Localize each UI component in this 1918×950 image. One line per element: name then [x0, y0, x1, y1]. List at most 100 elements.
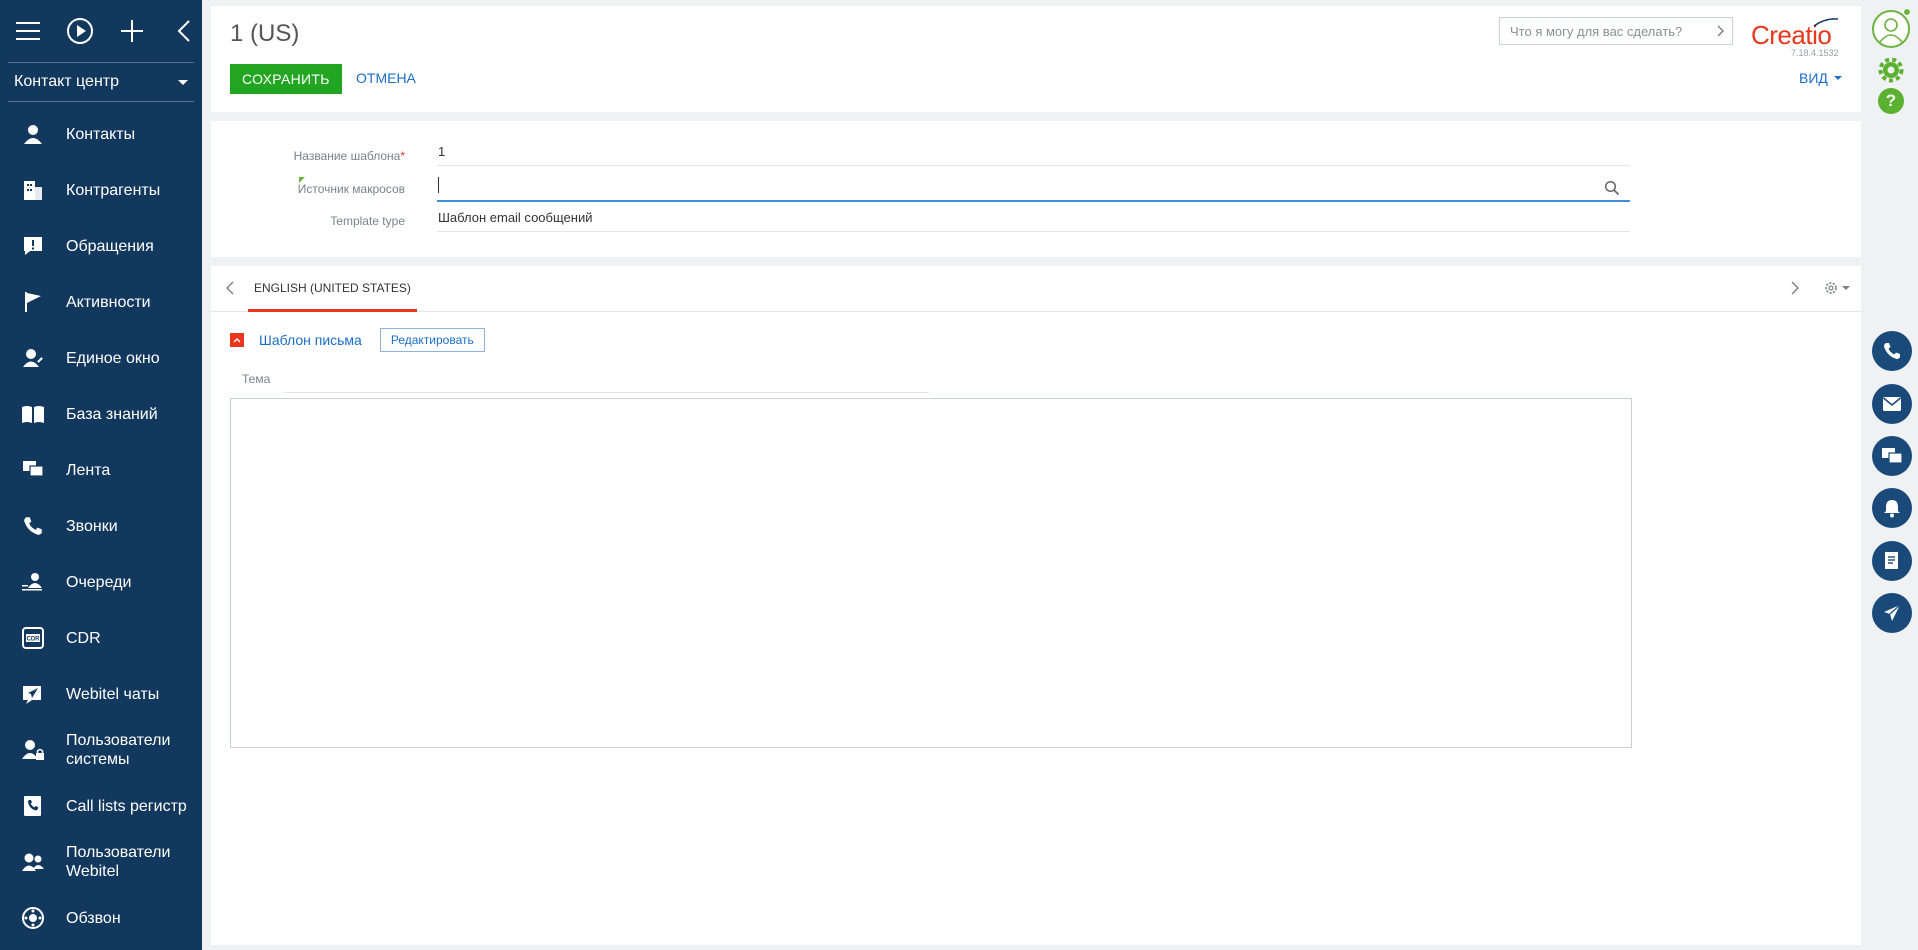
paper-plane-icon: [1884, 604, 1901, 621]
content-panel: ENGLISH (UNITED STATES) Шаблон письма Ре…: [211, 266, 1861, 945]
tab-settings-button[interactable]: [1823, 280, 1850, 296]
send-icon: [20, 681, 46, 707]
email-button[interactable]: [1872, 384, 1912, 424]
envelope-icon: [1882, 397, 1902, 411]
send-button[interactable]: [1872, 593, 1912, 633]
command-search-placeholder: Что я могу для вас сделать?: [1510, 23, 1683, 39]
collapse-group-icon[interactable]: [230, 333, 244, 347]
sidebar-item-1[interactable]: Контакты: [0, 106, 202, 162]
sidebar-item-label: Контакты: [66, 125, 136, 143]
menu-icon[interactable]: [12, 15, 44, 47]
sidebar-item-6[interactable]: База знаний: [0, 386, 202, 442]
field-template-name: Название шаблона* 1: [211, 140, 1631, 170]
gear-icon: [1878, 57, 1904, 83]
page-title: 1 (US): [230, 20, 300, 47]
sidebar-item-8[interactable]: Звонки: [0, 498, 202, 554]
field-template-type: Template type Шаблон email сообщений: [211, 206, 1631, 236]
sidebar-item-7[interactable]: Лента: [0, 442, 202, 498]
sidebar-item-11[interactable]: Webitel чаты: [0, 666, 202, 722]
subject-input[interactable]: [284, 392, 929, 393]
template-name-input[interactable]: 1: [437, 140, 1630, 166]
flag-icon: [20, 289, 46, 315]
sidebar-item-13[interactable]: Call lists регистр: [0, 778, 202, 834]
macro-source-input[interactable]: [437, 174, 1630, 202]
phone-list-icon: [20, 793, 46, 819]
sidebar-item-label: Активности: [66, 293, 151, 311]
chevron-down-icon: [178, 79, 188, 85]
sidebar-item-10[interactable]: CDR CDR: [0, 610, 202, 666]
chat-icon: [1882, 448, 1903, 464]
sidebar-item-label: Лента: [66, 461, 111, 479]
bell-icon: [1884, 500, 1900, 518]
command-search-input[interactable]: Что я могу для вас сделать?: [1499, 17, 1733, 45]
tab-english-us[interactable]: ENGLISH (UNITED STATES): [248, 266, 417, 312]
sidebar-top-icons: [0, 0, 202, 62]
cancel-button[interactable]: ОТМЕНА: [356, 70, 416, 86]
sidebar-item-4[interactable]: Активности: [0, 274, 202, 330]
chevron-right-icon[interactable]: [1791, 281, 1799, 295]
phone-button[interactable]: [1872, 331, 1912, 371]
gear-icon: [1825, 282, 1837, 294]
chat-button[interactable]: [1872, 436, 1912, 476]
view-menu-button[interactable]: ВИД: [1799, 70, 1842, 86]
workspace-selector[interactable]: Контакт центр: [8, 62, 194, 102]
sidebar-item-label: Очереди: [66, 573, 132, 591]
left-sidebar: Контакт центр Контакты Контрагенты Обращен…: [0, 0, 202, 950]
system-settings-button[interactable]: [1878, 57, 1904, 88]
help-icon[interactable]: ?: [1878, 88, 1904, 114]
play-icon[interactable]: [64, 15, 96, 47]
fields-panel: Название шаблона* 1 Источник макросов Te…: [211, 121, 1861, 257]
svg-text:CDR: CDR: [27, 637, 41, 643]
person-edit-icon: [20, 345, 46, 371]
users-icon: [20, 849, 46, 875]
feed-button[interactable]: [1872, 541, 1912, 581]
sidebar-item-15[interactable]: Обзвон: [0, 890, 202, 946]
language-tabbar: ENGLISH (UNITED STATES): [211, 266, 1861, 312]
sidebar-item-12[interactable]: Пользователи системы: [0, 722, 202, 778]
chevron-down-icon: [1842, 286, 1850, 290]
sidebar-item-5[interactable]: Единое окно: [0, 330, 202, 386]
chevron-right-icon: [1717, 25, 1724, 37]
avatar[interactable]: [1872, 10, 1910, 48]
sidebar-item-9[interactable]: Очереди: [0, 554, 202, 610]
save-button[interactable]: СОХРАНИТЬ: [230, 64, 342, 94]
chevron-left-icon[interactable]: [226, 281, 234, 295]
edit-button[interactable]: Редактировать: [379, 328, 485, 352]
sidebar-item-label: Контрагенты: [66, 181, 161, 199]
version-label: 7.18.4.1532: [1791, 48, 1839, 58]
logo-swoosh-icon: [1813, 18, 1839, 27]
required-marker: *: [400, 149, 405, 163]
template-type-value[interactable]: Шаблон email сообщений: [437, 206, 1630, 232]
group-title[interactable]: Шаблон письма: [259, 332, 362, 348]
text-cursor: [438, 176, 439, 193]
queue-icon: [20, 569, 46, 595]
sidebar-item-label: Пользователи Webitel: [66, 844, 171, 880]
email-body-editor[interactable]: [230, 398, 1632, 748]
sidebar-nav: Контакты Контрагенты Обращения Активности Ед…: [0, 106, 202, 946]
sidebar-item-label: Webitel чаты: [66, 685, 160, 703]
field-macro-source: Источник макросов: [211, 174, 1631, 204]
sidebar-item-2[interactable]: Контрагенты: [0, 162, 202, 218]
email-template-group: Шаблон письма Редактировать: [230, 328, 485, 352]
sidebar-item-label: Call lists регистр: [66, 797, 187, 815]
sidebar-item-3[interactable]: Обращения: [0, 218, 202, 274]
dial-icon: [20, 905, 46, 931]
sidebar-item-14[interactable]: Пользователи Webitel: [0, 834, 202, 890]
user-icon: [1879, 18, 1903, 43]
view-label: ВИД: [1799, 70, 1828, 86]
add-icon[interactable]: [116, 15, 148, 47]
chat-icon: [20, 457, 46, 483]
document-icon: [1885, 552, 1898, 569]
field-label-template-type: Template type: [330, 214, 405, 228]
right-toolbar: ?: [1862, 0, 1918, 950]
exclamation-icon: [20, 233, 46, 259]
collapse-icon[interactable]: [168, 15, 200, 47]
search-icon[interactable]: [1604, 180, 1620, 196]
chevron-down-icon: [1833, 76, 1842, 80]
field-label-macro-source: Источник макросов: [297, 182, 405, 196]
cdr-icon: CDR: [20, 625, 46, 651]
sidebar-item-label: Пользователи системы: [66, 732, 171, 768]
sidebar-item-label: Обзвон: [66, 909, 121, 927]
notifications-button[interactable]: [1872, 488, 1912, 528]
phone-icon: [20, 513, 46, 539]
